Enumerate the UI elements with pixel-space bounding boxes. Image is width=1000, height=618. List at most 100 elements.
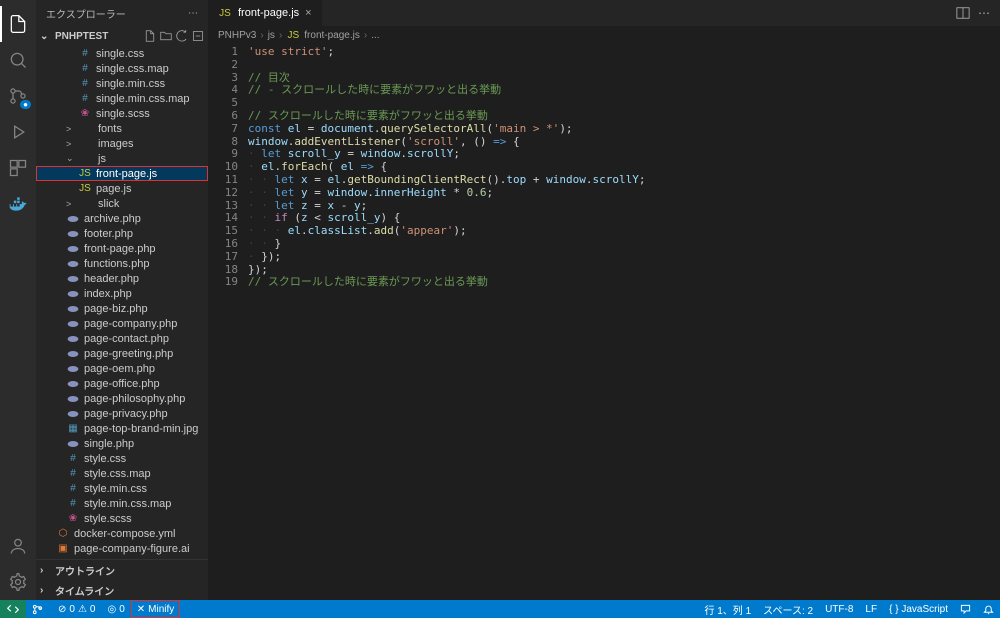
sidebar: エクスプローラー ⋯ ⌄ PNHPTEST #single.css#single…	[36, 0, 208, 600]
breadcrumb-item[interactable]: ...	[371, 30, 379, 41]
hash-icon: #	[66, 498, 80, 509]
tree-item[interactable]: JSpage.js	[36, 181, 208, 196]
tree-item[interactable]: >fonts	[36, 121, 208, 136]
file-tree[interactable]: #single.css#single.css.map#single.min.cs…	[36, 46, 208, 559]
code-line[interactable]: 'use strict';	[248, 46, 1000, 59]
code-line[interactable]	[248, 59, 1000, 72]
outline-section[interactable]: › アウトライン	[36, 560, 208, 580]
sidebar-more-icon[interactable]: ⋯	[188, 8, 198, 19]
tree-item[interactable]: page-contact.php	[36, 331, 208, 346]
php-icon	[66, 334, 80, 344]
breadcrumb-item[interactable]: PNHPv3	[218, 30, 256, 41]
tree-item-label: front-page.js	[96, 168, 157, 180]
line-number: 1	[208, 46, 238, 59]
tree-item[interactable]: functions.php	[36, 256, 208, 271]
close-icon[interactable]: ×	[305, 7, 311, 19]
php-icon	[66, 229, 80, 239]
timeline-section[interactable]: › タイムライン	[36, 580, 208, 600]
tree-item[interactable]: #style.min.css.map	[36, 496, 208, 511]
code-line[interactable]: · });	[248, 251, 1000, 264]
activity-extensions[interactable]	[0, 150, 36, 186]
code-line[interactable]: // - スクロールした時に要素がフワッと出る挙動	[248, 84, 1000, 97]
chevron-down-icon: ⌄	[40, 31, 52, 42]
problems[interactable]: ⊘0 ⚠0	[52, 600, 101, 618]
project-header[interactable]: ⌄ PNHPTEST	[36, 26, 208, 46]
git-branch[interactable]	[26, 600, 52, 618]
tree-item[interactable]: header.php	[36, 271, 208, 286]
tree-item-label: page-biz.php	[84, 303, 148, 315]
tree-item[interactable]: single.php	[36, 436, 208, 451]
minify-button[interactable]: ✕ Minify	[131, 600, 181, 618]
tree-item-label: single.css.map	[96, 63, 169, 75]
tab-front-page-js[interactable]: JS front-page.js ×	[208, 0, 323, 26]
ports[interactable]: ◎0	[101, 600, 130, 618]
tree-item[interactable]: #single.css.map	[36, 61, 208, 76]
breadcrumbs[interactable]: PNHPv3›js›JSfront-page.js›...	[208, 26, 1000, 44]
collapse-icon[interactable]	[192, 30, 204, 42]
tree-item[interactable]: index.php	[36, 286, 208, 301]
activity-debug[interactable]	[0, 114, 36, 150]
language-mode[interactable]: { } JavaScript	[883, 600, 954, 618]
tree-item[interactable]: ▣page-company-figure.ai	[36, 541, 208, 556]
activity-settings[interactable]	[0, 564, 36, 600]
tree-item[interactable]: #style.css.map	[36, 466, 208, 481]
split-editor-icon[interactable]	[956, 6, 970, 20]
code[interactable]: 'use strict';// 目次// - スクロールした時に要素がフワッと出…	[248, 46, 1000, 600]
tree-item[interactable]: ❀single.scss	[36, 106, 208, 121]
tree-item-label: page-oem.php	[84, 363, 155, 375]
activity-explorer[interactable]	[0, 6, 36, 42]
feedback-icon[interactable]	[954, 600, 977, 618]
tree-item-label: page-contact.php	[84, 333, 169, 345]
warning-icon: ⚠	[78, 604, 87, 615]
php-icon	[66, 289, 80, 299]
tree-item[interactable]: archive.php	[36, 211, 208, 226]
code-line[interactable]: · · }	[248, 238, 1000, 251]
breadcrumb-item[interactable]: front-page.js	[304, 30, 360, 41]
tree-item[interactable]: ❀style.scss	[36, 511, 208, 526]
tree-item[interactable]: #style.min.css	[36, 481, 208, 496]
refresh-icon[interactable]	[176, 30, 188, 42]
tree-item[interactable]: page-philosophy.php	[36, 391, 208, 406]
bell-icon[interactable]	[977, 600, 1000, 618]
tree-item[interactable]: #style.css	[36, 451, 208, 466]
tree-item[interactable]: >slick	[36, 196, 208, 211]
more-icon[interactable]: ⋯	[978, 6, 990, 20]
code-area[interactable]: 12345678910111213141516171819 'use stric…	[208, 44, 1000, 600]
eol[interactable]: LF	[859, 600, 883, 618]
tree-item[interactable]: ⬡docker-compose.yml	[36, 526, 208, 541]
tree-item[interactable]: page-greeting.php	[36, 346, 208, 361]
code-line[interactable]: // スクロールした時に要素がフワッと出る挙動	[248, 276, 1000, 289]
activity-scm[interactable]: ●	[0, 78, 36, 114]
scss-icon: ❀	[66, 513, 80, 524]
tree-item[interactable]: JSfront-page.js	[36, 166, 208, 181]
php-icon	[66, 379, 80, 389]
hash-icon: #	[66, 453, 80, 464]
tree-item-label: js	[98, 153, 106, 165]
activity-account[interactable]	[0, 528, 36, 564]
tree-item[interactable]: #single.min.css	[36, 76, 208, 91]
tree-item[interactable]: #single.css	[36, 46, 208, 61]
tree-item[interactable]: footer.php	[36, 226, 208, 241]
tree-item[interactable]: page-biz.php	[36, 301, 208, 316]
new-file-icon[interactable]	[144, 30, 156, 42]
tree-item[interactable]: page-oem.php	[36, 361, 208, 376]
activity-search[interactable]	[0, 42, 36, 78]
tree-item-label: page.js	[96, 183, 131, 195]
new-folder-icon[interactable]	[160, 30, 172, 42]
breadcrumb-item[interactable]: js	[268, 30, 275, 41]
encoding[interactable]: UTF-8	[819, 600, 859, 618]
tree-item[interactable]: front-page.php	[36, 241, 208, 256]
tree-item[interactable]: page-office.php	[36, 376, 208, 391]
tree-item[interactable]: #single.min.css.map	[36, 91, 208, 106]
cursor-position[interactable]: 行 1、列 1	[698, 600, 757, 618]
code-line[interactable]: · · · el.classList.add('appear');	[248, 225, 1000, 238]
project-name: PNHPTEST	[55, 31, 108, 42]
tree-item[interactable]: >images	[36, 136, 208, 151]
activity-docker[interactable]	[0, 186, 36, 222]
indentation[interactable]: スペース: 2	[757, 600, 819, 618]
tree-item[interactable]: page-company.php	[36, 316, 208, 331]
tree-item[interactable]: page-privacy.php	[36, 406, 208, 421]
remote-button[interactable]	[0, 600, 26, 618]
tree-item[interactable]: ▦page-top-brand-min.jpg	[36, 421, 208, 436]
tree-item[interactable]: ⌄js	[36, 151, 208, 166]
